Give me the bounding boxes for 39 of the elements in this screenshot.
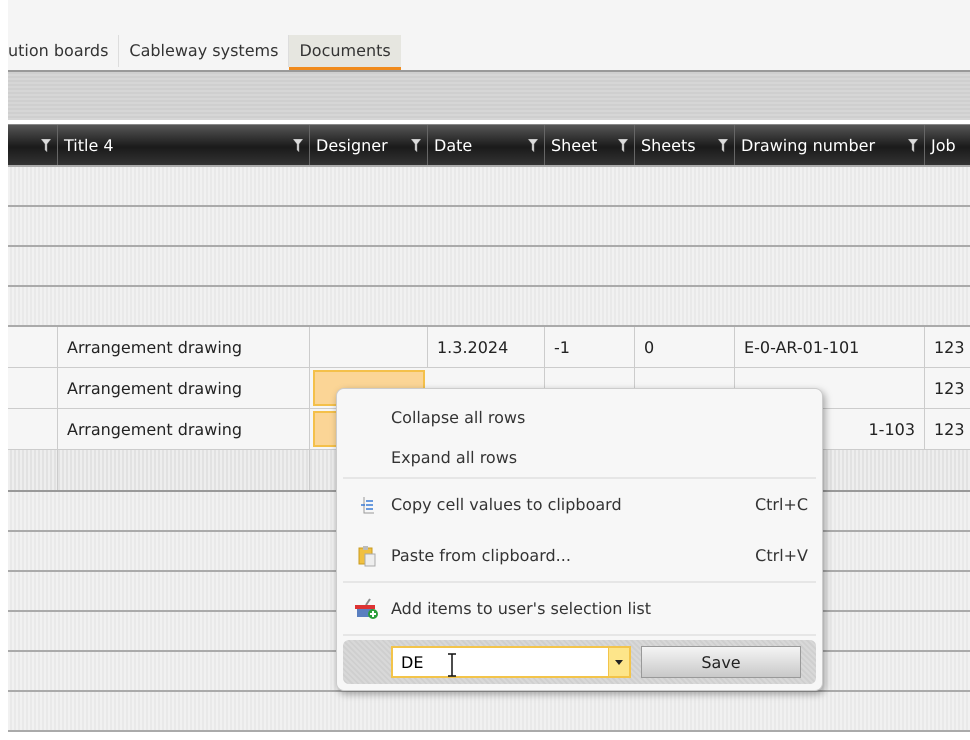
filter-icon[interactable]: [618, 138, 628, 152]
tab[interactable]: ution boards: [8, 35, 120, 67]
shortcut-label: Ctrl+C: [754, 495, 809, 514]
column-header[interactable]: Designer: [316, 136, 388, 154]
basket-add-icon: [354, 598, 380, 620]
column-header[interactable]: Sheet: [551, 136, 598, 154]
filter-icon[interactable]: [908, 138, 918, 152]
tab[interactable]: Documents: [289, 35, 401, 70]
table-cell: 123: [925, 409, 970, 449]
column-header[interactable]: Drawing number: [741, 136, 876, 154]
column-header[interactable]: Sheets: [641, 136, 696, 154]
table-cell: Arrangement drawing: [58, 368, 310, 408]
menu-item[interactable]: Copy cell values to clipboard Ctrl+C: [343, 479, 816, 530]
table-cell: -1: [545, 327, 635, 367]
shortcut-label: Ctrl+V: [755, 546, 809, 565]
list-icon: [358, 494, 376, 514]
filter-icon[interactable]: [528, 138, 538, 152]
combo-field[interactable]: DE: [391, 646, 609, 678]
text-cursor-icon: [447, 653, 457, 677]
table-cell: Arrangement drawing: [58, 327, 310, 367]
clipboard-icon: [358, 544, 376, 566]
dropdown-button[interactable]: [609, 646, 631, 678]
column-header[interactable]: Date: [434, 136, 472, 154]
filter-icon[interactable]: [41, 138, 51, 152]
menu-item[interactable]: Add items to user's selection list: [343, 583, 816, 634]
table-cell: 123: [925, 327, 970, 367]
save-button[interactable]: Save: [641, 646, 801, 678]
filter-icon[interactable]: [718, 138, 728, 152]
table-cell: Arrangement drawing: [58, 409, 310, 449]
dropdown-arrow-icon: [615, 660, 623, 664]
table-cell: 1.3.2024: [428, 327, 545, 367]
table-cell: 123: [925, 368, 970, 408]
column-header[interactable]: Title 4: [64, 136, 114, 154]
filter-icon[interactable]: [293, 138, 303, 152]
menu-item[interactable]: Paste from clipboard... Ctrl+V: [343, 530, 816, 581]
filter-icon[interactable]: [411, 138, 421, 152]
table-cell: E-0-AR-01-101: [735, 327, 925, 367]
column-header[interactable]: Job: [931, 136, 956, 154]
table-cell: 0: [635, 327, 735, 367]
